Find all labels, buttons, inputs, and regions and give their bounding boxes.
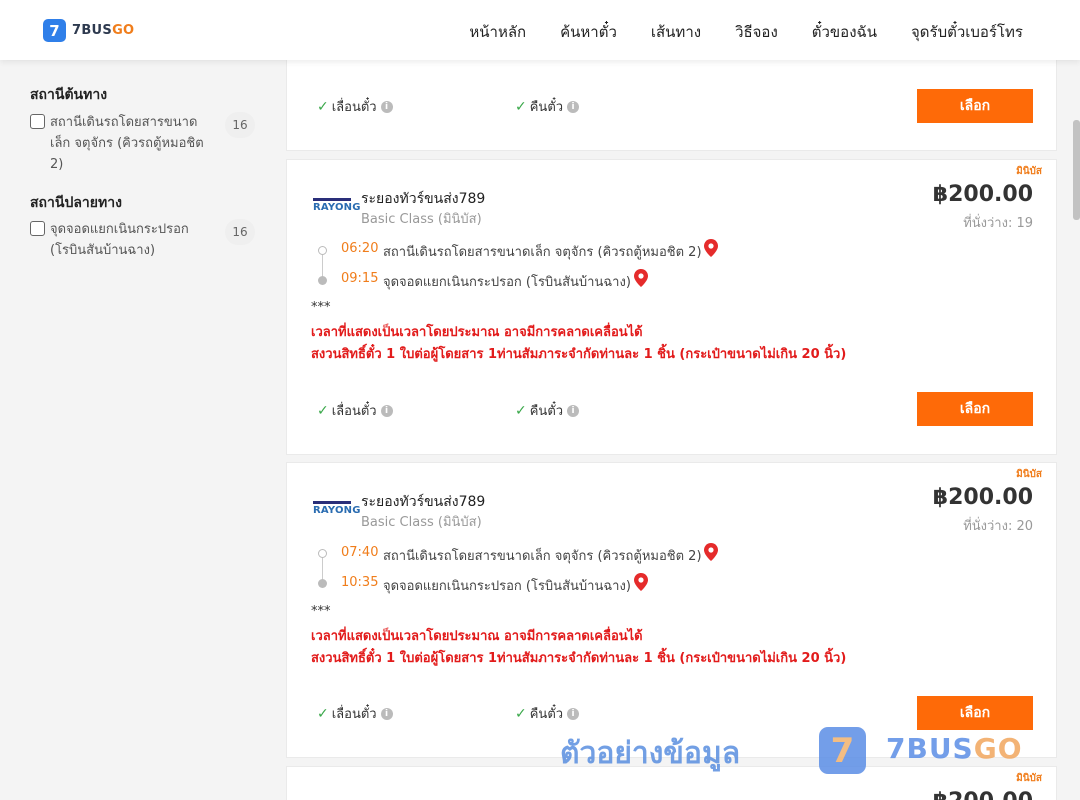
departure-station: สถานีเดินรถโดยสารขนาดเล็ก จตุจักร (คิวรถ… (383, 245, 702, 260)
destination-option-count: 16 (225, 219, 255, 245)
destination-dot (318, 579, 327, 588)
select-trip-button[interactable]: เลือก (917, 696, 1033, 730)
info-icon[interactable]: i (567, 100, 580, 113)
main-nav: หน้าหลัก ค้นหาตั๋ว เส้นทาง วิธีจอง ตั๋วข… (435, 20, 1023, 44)
nav-routes[interactable]: เส้นทาง (651, 20, 701, 44)
trip-card: มินิบัส RAYONG ระยองทัวร์ขนส่ง789 Basic … (286, 159, 1057, 455)
change-ticket-feature: ✓ เลื่อนตั๋ว i (317, 400, 393, 421)
info-icon[interactable]: i (567, 707, 580, 720)
departure-time: 06:20 (341, 241, 379, 256)
logo-mark: 7 (43, 19, 66, 42)
notice-line-2: สงวนสิทธิ์ตั๋ว 1 ใบต่อผู้โดยสาร 1ท่านสัม… (311, 347, 847, 362)
watermark-logo-mark: 7 (819, 727, 866, 774)
check-icon: ✓ (515, 402, 527, 419)
trip-card-partial-top: ✓ เลื่อนตั๋ว i ✓ คืนตั๋ว i เลือก (286, 50, 1057, 151)
info-icon[interactable]: i (380, 404, 393, 417)
map-pin-icon[interactable] (634, 269, 648, 287)
arrival-time: 10:35 (341, 575, 379, 590)
refund-ticket-feature: ✓ คืนตั๋ว i (515, 400, 580, 421)
origin-filter-title: สถานีต้นทาง (30, 87, 108, 103)
departure-station: สถานีเดินรถโดยสารขนาดเล็ก จตุจักร (คิวรถ… (383, 549, 702, 564)
info-icon[interactable]: i (567, 404, 580, 417)
ticket-price: ฿200.00 (933, 789, 1033, 800)
info-icon[interactable]: i (380, 100, 393, 113)
bus-type-badge: มินิบัส (1016, 469, 1042, 480)
destination-option-label: จุดจอดแยกเนินกระปรอก (โรบินสันบ้านฉาง) (50, 222, 189, 258)
operator-name: ระยองทัวร์ขนส่ง789 (361, 494, 486, 510)
destination-filter-title: สถานีปลายทาง (30, 195, 122, 211)
select-trip-button[interactable]: เลือก (917, 89, 1033, 123)
nav-how-to-book[interactable]: วิธีจอง (735, 20, 778, 44)
destination-dot (318, 276, 327, 285)
origin-checkbox[interactable] (30, 114, 45, 129)
map-pin-icon[interactable] (704, 543, 718, 561)
origin-filter-option[interactable]: สถานีเดินรถโดยสารขนาดเล็ก จตุจักร (คิวรถ… (30, 112, 255, 176)
change-ticket-feature: ✓ เลื่อนตั๋ว i (317, 703, 393, 724)
note-stars: *** (311, 300, 331, 315)
map-pin-icon[interactable] (634, 573, 648, 591)
watermark-text: ตัวอย่างข้อมูล (560, 736, 741, 771)
check-icon: ✓ (515, 98, 527, 115)
map-pin-icon[interactable] (704, 239, 718, 257)
notice-line-2: สงวนสิทธิ์ตั๋ว 1 ใบต่อผู้โดยสาร 1ท่านสัม… (311, 651, 847, 666)
site-logo[interactable]: 7 7BUSGO (43, 19, 134, 42)
check-icon: ✓ (317, 402, 329, 419)
ticket-price: ฿200.00 (932, 182, 1033, 207)
origin-dot (318, 549, 327, 558)
change-ticket-feature: ✓ เลื่อนตั๋ว i (317, 96, 393, 117)
sample-data-watermark: ตัวอย่างข้อมูล 7 7BUSGO (560, 726, 1023, 780)
nav-search-tickets[interactable]: ค้นหาตั๋ว (560, 20, 617, 44)
bus-type-badge: มินิบัส (1016, 166, 1042, 177)
origin-option-count: 16 (225, 112, 255, 138)
trip-card: มินิบัส RAYONG ระยองทัวร์ขนส่ง789 Basic … (286, 462, 1057, 758)
page-scrollbar-thumb[interactable] (1073, 120, 1080, 220)
select-trip-button[interactable]: เลือก (917, 392, 1033, 426)
arrival-station: จุดจอดแยกเนินกระปรอก (โรบินสันบ้านฉาง) (383, 579, 631, 594)
nav-pickup-points[interactable]: จุดรับตั๋วเบอร์โทร (911, 20, 1023, 44)
refund-ticket-feature: ✓ คืนตั๋ว i (515, 703, 580, 724)
origin-dot (318, 246, 327, 255)
destination-checkbox[interactable] (30, 221, 45, 236)
site-header: 7 7BUSGO หน้าหลัก ค้นหาตั๋ว เส้นทาง วิธี… (0, 0, 1080, 60)
note-stars: *** (311, 604, 331, 619)
destination-filter-option[interactable]: จุดจอดแยกเนินกระปรอก (โรบินสันบ้านฉาง) 1… (30, 219, 255, 263)
info-icon[interactable]: i (380, 707, 393, 720)
service-class: Basic Class (มินิบัส) (361, 212, 482, 227)
service-class: Basic Class (มินิบัส) (361, 515, 482, 530)
check-icon: ✓ (515, 705, 527, 722)
notice-line-1: เวลาที่แสดงเป็นเวลาโดยประมาณ อาจมีการคลา… (311, 325, 643, 340)
check-icon: ✓ (317, 98, 329, 115)
origin-option-label: สถานีเดินรถโดยสารขนาดเล็ก จตุจักร (คิวรถ… (50, 115, 204, 172)
departure-time: 07:40 (341, 545, 379, 560)
refund-ticket-feature: ✓ คืนตั๋ว i (515, 96, 580, 117)
nav-my-tickets[interactable]: ตั๋วของฉัน (812, 20, 877, 44)
operator-logo: RAYONG (313, 499, 360, 519)
arrival-time: 09:15 (341, 271, 379, 286)
watermark-brand: 7BUSGO (886, 732, 1023, 765)
check-icon: ✓ (317, 705, 329, 722)
seats-available: ที่นั่งว่าง: 19 (963, 216, 1033, 231)
nav-home[interactable]: หน้าหลัก (469, 20, 526, 44)
ticket-price: ฿200.00 (932, 485, 1033, 510)
notice-line-1: เวลาที่แสดงเป็นเวลาโดยประมาณ อาจมีการคลา… (311, 629, 643, 644)
seats-available: ที่นั่งว่าง: 20 (963, 519, 1033, 534)
operator-logo: RAYONG (313, 196, 360, 216)
operator-name: ระยองทัวร์ขนส่ง789 (361, 191, 486, 207)
logo-text: 7BUSGO (72, 23, 135, 38)
arrival-station: จุดจอดแยกเนินกระปรอก (โรบินสันบ้านฉาง) (383, 275, 631, 290)
